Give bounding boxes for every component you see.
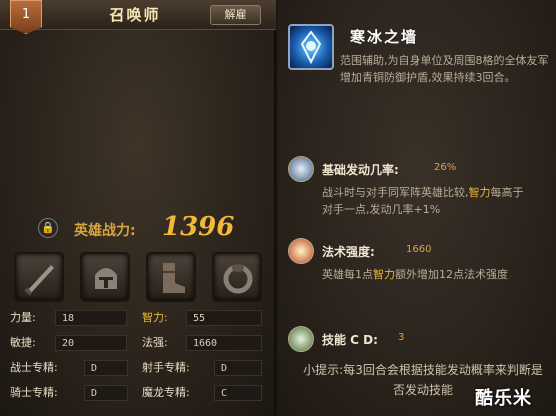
sword-icon[interactable]: [14, 252, 64, 302]
lock-icon[interactable]: 🔒: [38, 218, 58, 238]
stat-knight-mastery: 骑士专精: D: [10, 384, 128, 402]
swirl-icon: [288, 156, 314, 182]
boots-icon[interactable]: [146, 252, 196, 302]
stat-intelligence: 智力: 55: [142, 309, 262, 327]
stat-warrior-mastery: 战士专精: D: [10, 359, 128, 377]
hero-power: 🔒 英雄战力: 1396: [30, 212, 270, 246]
power-label: 英雄战力:: [74, 223, 136, 239]
hero-panel: 1 召唤师 解雇 🔒 英雄战力: 1396 力量: 18 智力: 55 敏捷: …: [0, 0, 276, 416]
stat-strength: 力量: 18: [10, 309, 128, 327]
stat-archer-mastery: 射手专精: D: [142, 359, 262, 377]
ice-wall-skill-icon: [288, 24, 334, 70]
power-value: 1396: [162, 212, 235, 242]
starburst-icon: [288, 238, 314, 264]
stat-spell-power: 法强: 1660: [142, 334, 262, 352]
cooldown-icon: [288, 326, 314, 352]
skill-description: 范围辅助,为自身单位及周围8格的全体友军增加青铜防御护盾,效果持续3回合。: [340, 54, 549, 84]
dismiss-button[interactable]: 解雇: [210, 5, 261, 25]
ring-icon[interactable]: [212, 252, 262, 302]
skill-panel: 寒冰之墙 范围辅助,为自身单位及周围8格的全体友军增加青铜防御护盾,效果持续3回…: [278, 0, 556, 416]
level-badge: 1: [10, 0, 42, 34]
helmet-icon[interactable]: [80, 252, 130, 302]
skill-name: 寒冰之墙: [350, 28, 419, 46]
hero-title: 召唤师: [109, 6, 161, 24]
watermark: 酷乐米: [475, 388, 532, 409]
hero-header: 1 召唤师 解雇: [0, 0, 276, 34]
stat-dragon-mastery: 魔龙专精: C: [142, 384, 262, 402]
stat-agility: 敏捷: 20: [10, 334, 128, 352]
